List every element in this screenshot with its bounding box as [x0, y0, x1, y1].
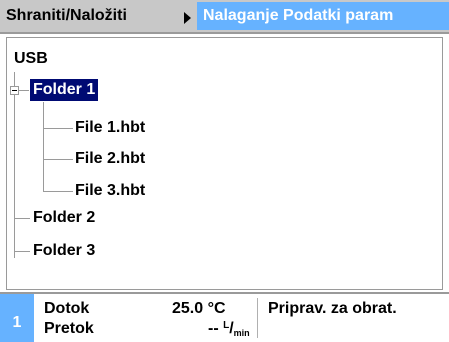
tree-file-2[interactable]: File 2.hbt [75, 149, 145, 169]
tree-connector [43, 128, 73, 129]
tree-connector [14, 251, 30, 252]
dotok-label: Dotok [44, 300, 90, 317]
tree-folder-3[interactable]: Folder 3 [33, 241, 95, 261]
status-message: Priprav. za obrat. [268, 300, 397, 317]
header-bar: Shraniti/Naložiti Nalaganje Podatki para… [0, 0, 449, 34]
tree-folder-1[interactable]: Folder 1 [30, 79, 99, 101]
tree-connector [19, 90, 29, 91]
breadcrumb[interactable]: Shraniti/Naložiti [6, 7, 127, 25]
pretok-label: Pretok [44, 320, 94, 337]
active-tab-title: Nalaganje Podatki param [197, 2, 449, 30]
collapse-icon[interactable] [10, 86, 19, 95]
file-tree[interactable]: USB Folder 1 File 1.hbt File 2.hbt File … [6, 37, 443, 290]
status-bar: 1 Dotok 25.0 °C Pretok -- L/min Priprav.… [0, 292, 449, 342]
tree-connector [14, 218, 30, 219]
breadcrumb-arrow-icon [184, 12, 191, 24]
pretok-value: -- L/min [208, 320, 250, 338]
dotok-value: 25.0 °C [172, 300, 226, 317]
tree-connector [43, 191, 73, 192]
tree-file-1[interactable]: File 1.hbt [75, 118, 145, 138]
pretok-unit-numerator: L [223, 320, 230, 331]
tree-connector [43, 102, 44, 192]
pretok-unit-denominator: min [233, 328, 250, 338]
channel-number: 1 [0, 294, 34, 342]
tree-connector [43, 159, 73, 160]
tree-file-3[interactable]: File 3.hbt [75, 181, 145, 201]
tree-connector [14, 72, 15, 258]
tree-root-usb[interactable]: USB [14, 49, 48, 69]
status-divider [257, 298, 258, 338]
tree-folder-2[interactable]: Folder 2 [33, 208, 95, 228]
